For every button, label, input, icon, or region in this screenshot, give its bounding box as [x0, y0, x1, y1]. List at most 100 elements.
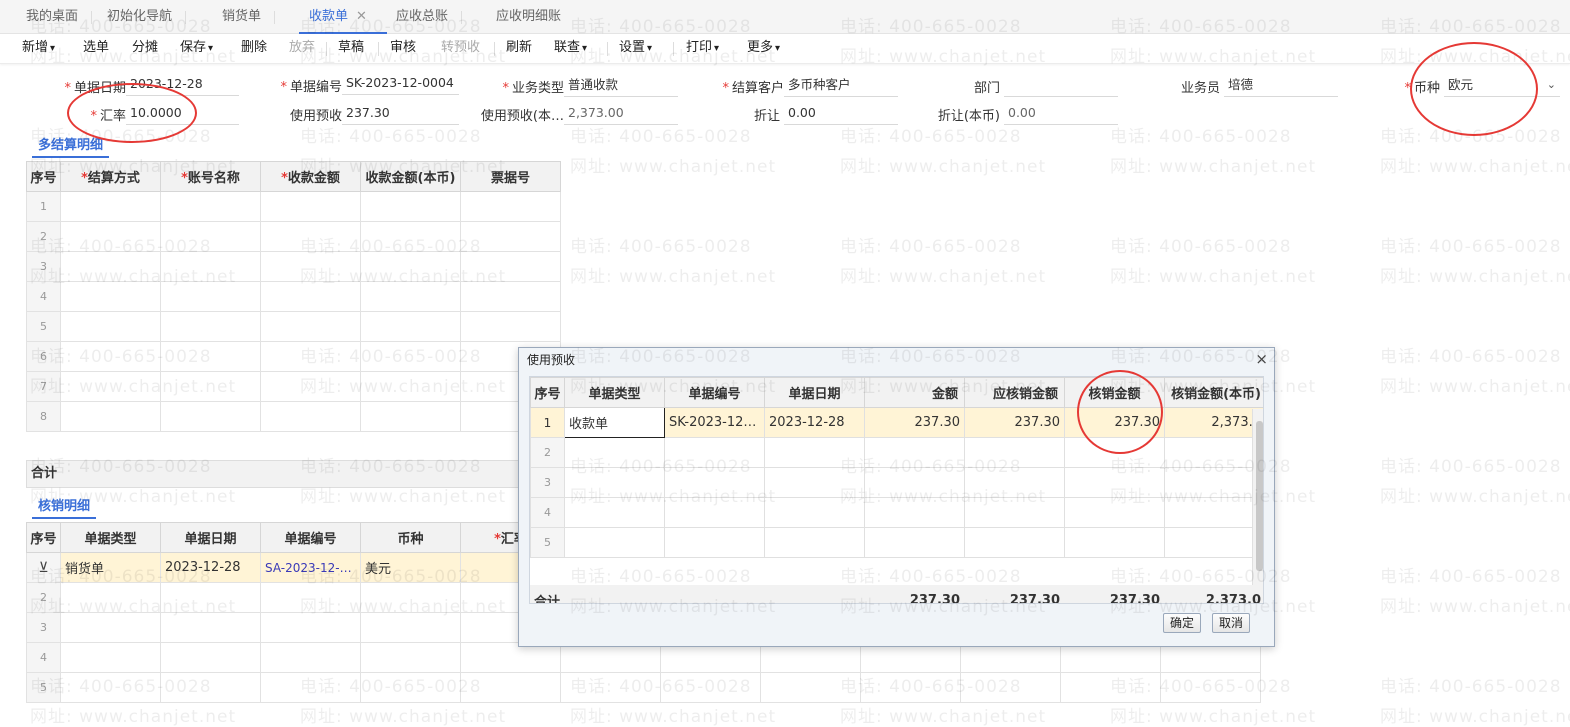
table-cell[interactable]: [360, 251, 461, 282]
table-cell[interactable]: [260, 371, 361, 402]
table-row[interactable]: 2: [530, 437, 1263, 468]
scroll-thumb[interactable]: [1256, 421, 1263, 571]
table-row[interactable]: 1: [26, 191, 561, 222]
discard-button[interactable]: 放弃: [289, 34, 315, 64]
table-row[interactable]: 1 收款单 SK-2023-12… 2023-12-28 237.30 237.…: [530, 407, 1263, 438]
table-cell[interactable]: [160, 221, 261, 252]
table-cell[interactable]: [360, 281, 461, 312]
biz-type-select[interactable]: 普通收款: [564, 75, 678, 97]
new-button[interactable]: 新增 ▾: [22, 34, 55, 64]
table-cell[interactable]: [764, 437, 865, 468]
table-cell[interactable]: [460, 281, 561, 312]
table-cell[interactable]: [160, 582, 261, 613]
table-cell[interactable]: [460, 672, 561, 703]
table-cell[interactable]: [964, 467, 1065, 498]
table-cell[interactable]: [260, 642, 361, 673]
table-row[interactable]: 2: [26, 221, 561, 252]
table-row[interactable]: 3: [530, 467, 1263, 498]
table-cell[interactable]: [1164, 467, 1263, 498]
table-cell[interactable]: [764, 527, 865, 558]
tab-ar-ledger[interactable]: 应收总账: [396, 0, 463, 34]
table-cell[interactable]: [1064, 467, 1165, 498]
table-cell[interactable]: [564, 437, 665, 468]
settings-button[interactable]: 设置 ▾: [619, 34, 652, 64]
table-cell[interactable]: [664, 467, 765, 498]
table-cell[interactable]: [460, 311, 561, 342]
table-cell[interactable]: [360, 191, 461, 222]
table-cell[interactable]: [764, 467, 865, 498]
save-button[interactable]: 保存 ▾: [180, 34, 213, 64]
table-cell[interactable]: [360, 371, 461, 402]
table-cell[interactable]: [160, 371, 261, 402]
table-row[interactable]: 5: [26, 672, 1261, 703]
tab-ar-detail[interactable]: 应收明细账: [496, 0, 561, 34]
discount-field[interactable]: 0.00: [784, 103, 898, 125]
table-cell[interactable]: [660, 672, 761, 703]
table-cell[interactable]: [160, 401, 261, 432]
split-button[interactable]: 分摊: [132, 34, 158, 64]
vertical-scrollbar[interactable]: [1252, 409, 1263, 585]
table-cell[interactable]: [60, 221, 161, 252]
table-cell[interactable]: [460, 251, 561, 282]
table-cell[interactable]: [964, 527, 1065, 558]
dept-field[interactable]: [1004, 75, 1118, 97]
table-cell[interactable]: [660, 642, 761, 673]
table-cell[interactable]: [260, 341, 361, 372]
table-cell[interactable]: [760, 672, 861, 703]
tab-sales-order[interactable]: 销货单: [222, 0, 276, 34]
table-cell[interactable]: [1064, 437, 1165, 468]
table-cell[interactable]: 销货单: [60, 552, 161, 583]
more-button[interactable]: 更多 ▾: [747, 34, 780, 64]
table-cell[interactable]: [360, 642, 461, 673]
table-cell[interactable]: [260, 251, 361, 282]
table-cell[interactable]: [160, 311, 261, 342]
table-cell[interactable]: [460, 642, 561, 673]
table-cell[interactable]: [564, 497, 665, 528]
close-icon[interactable]: ×: [1255, 350, 1268, 368]
doc-type-cell[interactable]: 收款单: [564, 407, 665, 438]
table-cell[interactable]: [1060, 642, 1161, 673]
use-advance-field[interactable]: 237.30: [342, 103, 459, 125]
table-cell[interactable]: [860, 672, 961, 703]
select-button[interactable]: 选单: [83, 34, 109, 64]
table-cell[interactable]: [564, 527, 665, 558]
table-cell[interactable]: [360, 401, 461, 432]
table-cell[interactable]: [160, 191, 261, 222]
table-cell[interactable]: [260, 221, 361, 252]
table-cell[interactable]: [60, 251, 161, 282]
table-cell[interactable]: [864, 497, 965, 528]
table-cell[interactable]: [1164, 527, 1263, 558]
table-cell[interactable]: [864, 467, 965, 498]
table-row[interactable]: 4: [530, 497, 1263, 528]
table-row[interactable]: 3: [26, 251, 561, 282]
table-cell[interactable]: [160, 672, 261, 703]
table-cell[interactable]: [1060, 672, 1161, 703]
table-cell[interactable]: [1064, 497, 1165, 528]
tab-receipt[interactable]: 收款单 ✕: [299, 0, 387, 34]
table-cell[interactable]: [260, 191, 361, 222]
link-query-button[interactable]: 联查 ▾: [554, 34, 587, 64]
row-action-icon[interactable]: ⊻: [26, 552, 61, 583]
writeoff-section-title[interactable]: 核销明细: [31, 495, 97, 519]
table-cell[interactable]: 2,373.0: [1164, 407, 1263, 438]
table-cell[interactable]: [260, 281, 361, 312]
close-tab-icon[interactable]: ✕: [356, 9, 367, 24]
table-cell[interactable]: [60, 281, 161, 312]
table-cell[interactable]: [60, 191, 161, 222]
table-row[interactable]: 8: [26, 401, 561, 432]
cancel-button[interactable]: 取消: [1212, 613, 1251, 633]
table-row[interactable]: 5: [26, 311, 561, 342]
table-cell[interactable]: [260, 401, 361, 432]
table-cell[interactable]: [160, 612, 261, 643]
table-row[interactable]: 4: [26, 281, 561, 312]
table-cell[interactable]: 2023-12-28: [764, 407, 865, 438]
table-cell[interactable]: 237.30: [864, 407, 965, 438]
table-cell[interactable]: 237.30: [964, 407, 1065, 438]
settlement-section-title[interactable]: 多结算明细: [31, 134, 110, 158]
table-cell[interactable]: [860, 642, 961, 673]
table-cell[interactable]: SK-2023-12…: [664, 407, 765, 438]
table-cell[interactable]: [160, 251, 261, 282]
table-cell[interactable]: [260, 311, 361, 342]
table-cell[interactable]: [764, 497, 865, 528]
draft-button[interactable]: 草稿: [338, 34, 364, 64]
